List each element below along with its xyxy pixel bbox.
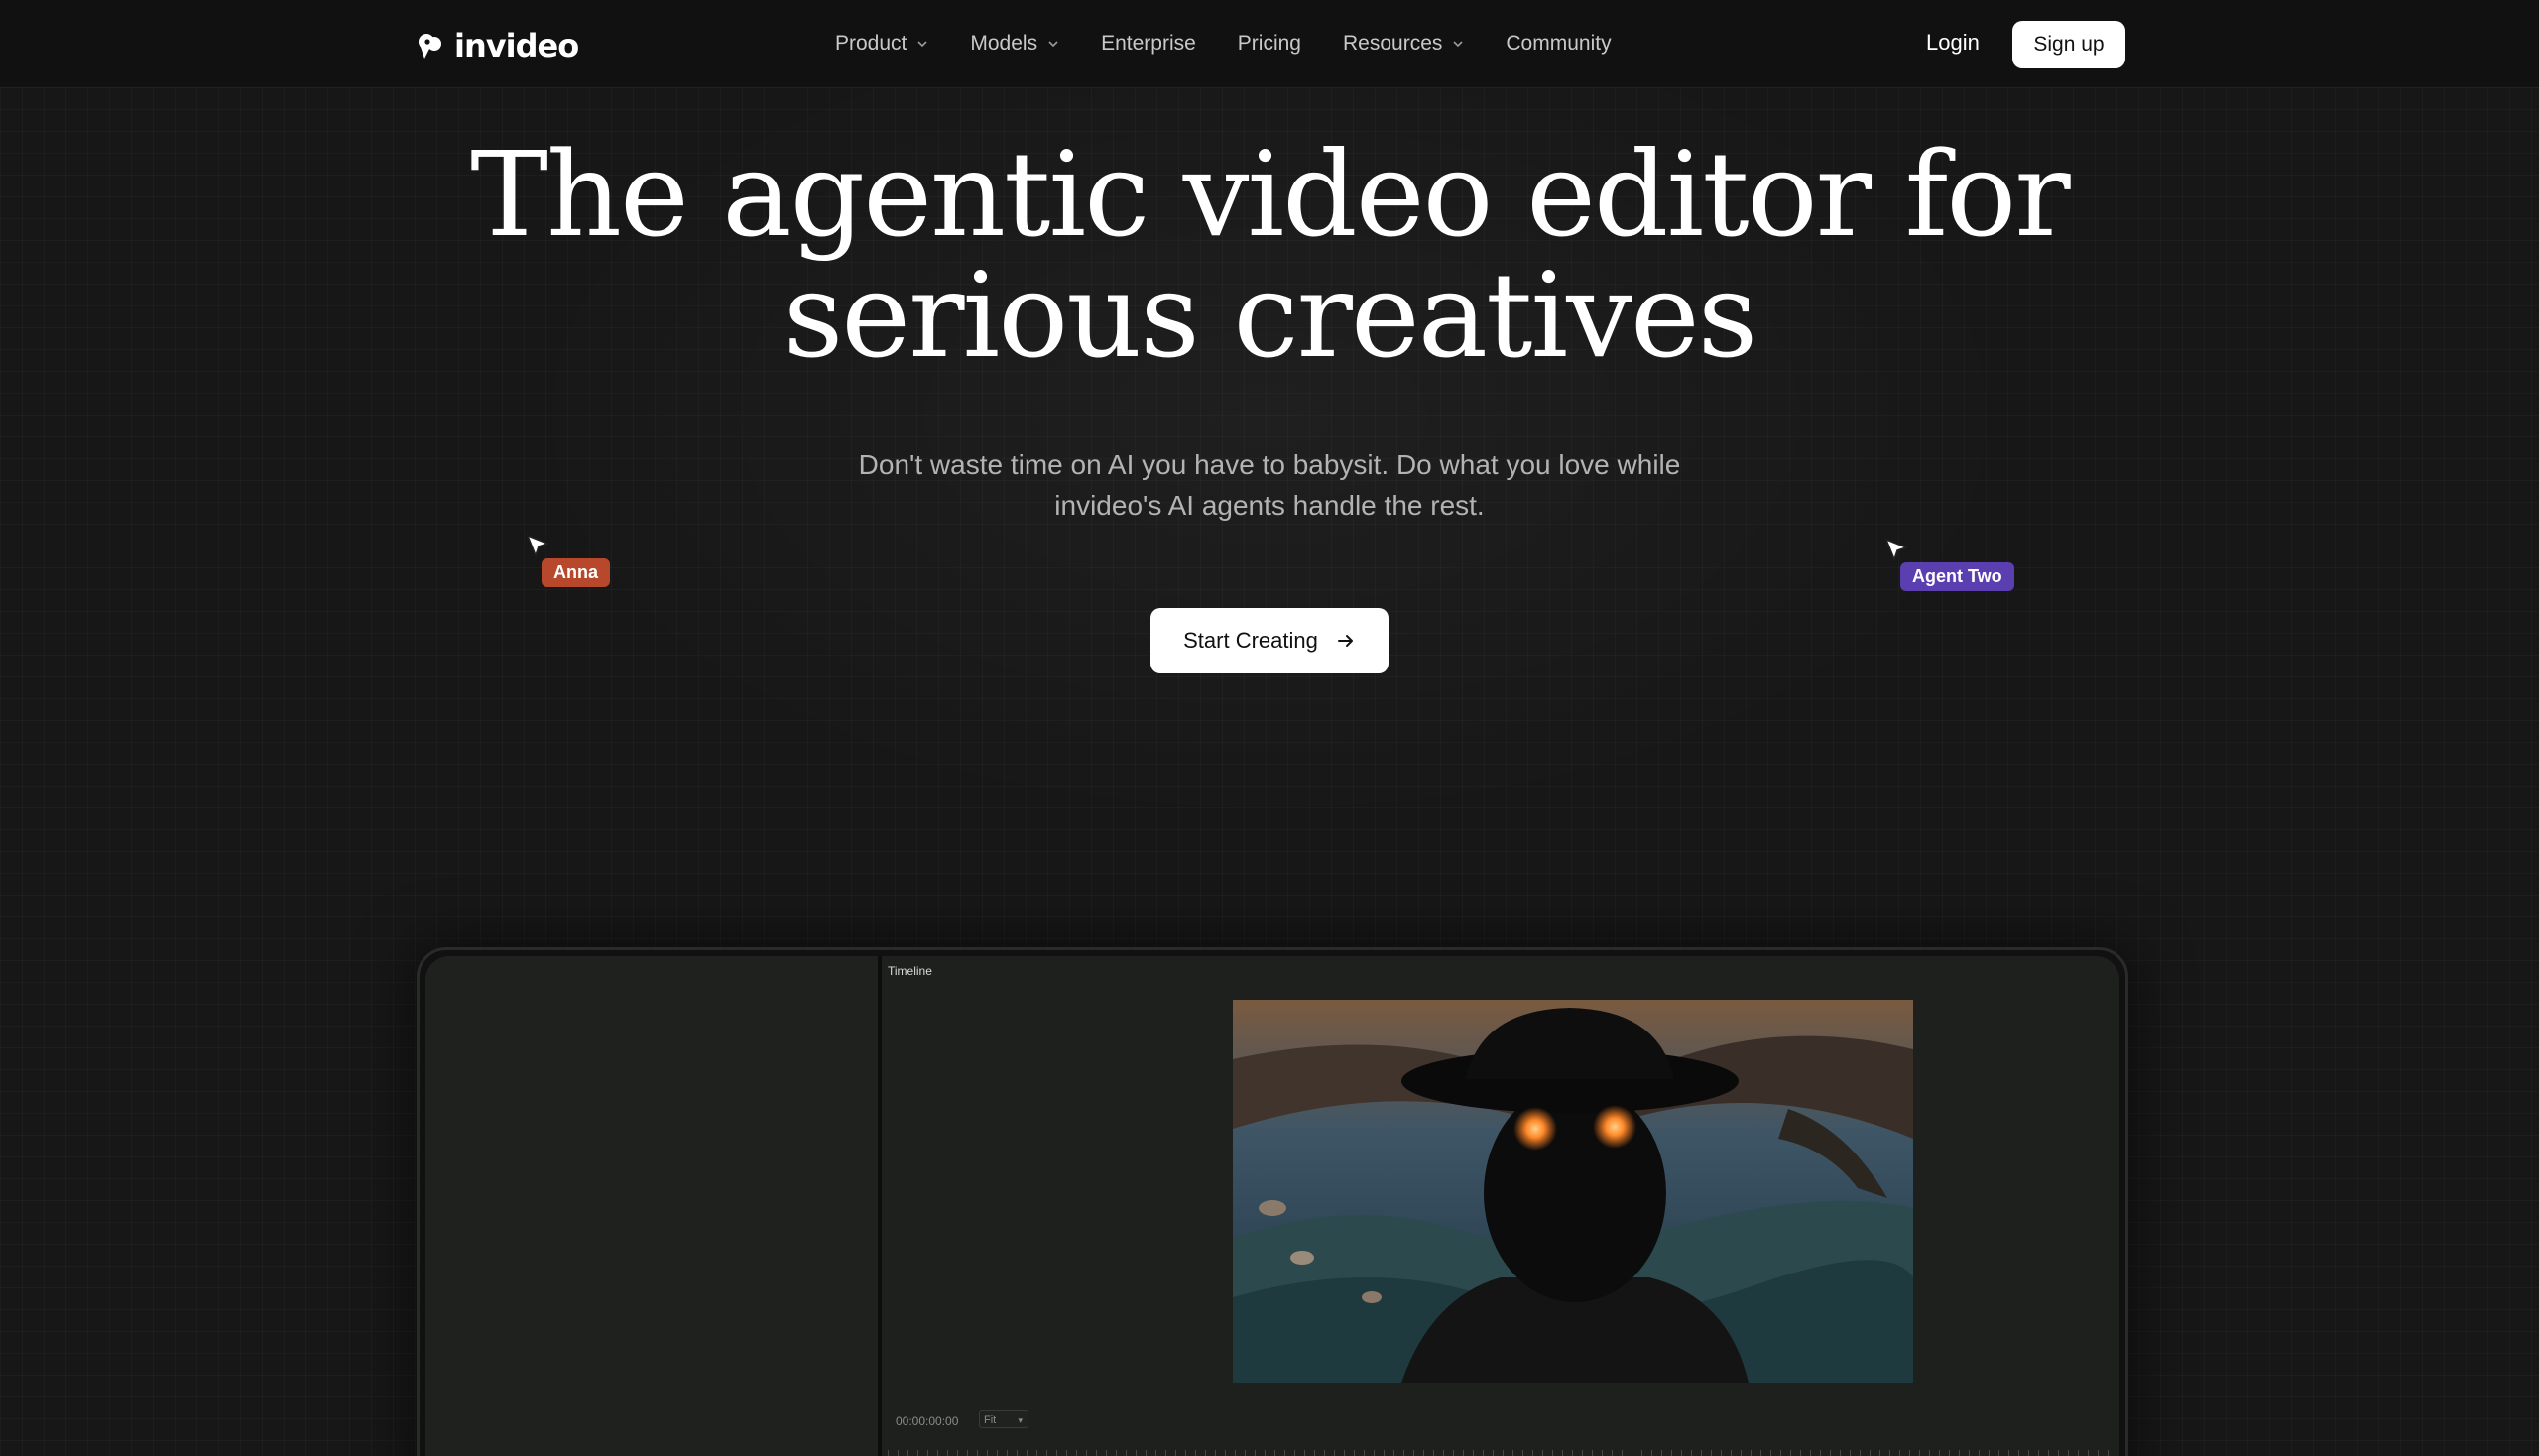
signup-button[interactable]: Sign up [2012,21,2125,68]
subtitle-line-2: invideo's AI agents handle the rest. [1054,490,1485,521]
editor-preview-frame: Timeline 00:00:00:00 Fit ▾ [417,947,2128,1456]
timeline-label: Timeline [888,964,932,978]
hero-subtitle: Don't waste time on AI you have to babys… [774,444,1765,526]
video-preview-image [1233,1000,1913,1383]
invideo-logo-icon [419,34,441,59]
cursor-tag-agent-two: Agent Two [1900,562,2014,591]
zoom-fit-select[interactable]: Fit ▾ [979,1410,1028,1428]
editor-workspace: Timeline 00:00:00:00 Fit ▾ [425,956,2119,1456]
editor-left-panel [425,956,882,1456]
nav-item-enterprise[interactable]: Enterprise [1101,32,1196,56]
fit-select-value: Fit [984,1414,997,1426]
chevron-down-icon: ▾ [1018,1415,1023,1425]
headline-line-1: The agentic video editor for [470,126,2070,263]
headline-line-2: serious creatives [783,247,1758,384]
chevron-down-icon [1048,41,1058,48]
chevron-down-icon [1453,41,1463,48]
nav-item-label: Community [1506,32,1612,55]
start-creating-button[interactable]: Start Creating [1150,608,1389,673]
nav-item-label: Product [835,32,907,55]
nav-item-community[interactable]: Community [1506,32,1611,56]
video-preview[interactable] [1233,1000,1913,1383]
chevron-down-icon [917,41,927,48]
nav-links: Product Models Enterprise Pricing Resour… [835,0,1653,87]
arrow-right-icon [1337,635,1353,647]
cta-label: Start Creating [1183,628,1318,653]
nav-item-label: Models [970,32,1038,55]
nav-item-pricing[interactable]: Pricing [1238,32,1301,56]
collaborator-cursor-agent-two [1884,538,1910,563]
login-link[interactable]: Login [1926,30,1980,56]
cursor-tag-anna: Anna [542,558,610,587]
nav-item-product[interactable]: Product [835,32,928,56]
nav-item-models[interactable]: Models [970,32,1059,56]
cursor-pointer-icon [526,534,550,558]
hero-headline: The agentic video editor for serious cre… [278,134,2261,376]
nav-item-label: Resources [1343,32,1443,55]
page: invideo Product Models Enterprise Pricin… [0,0,2539,1456]
nav-item-label: Pricing [1237,32,1301,55]
nav-item-label: Enterprise [1101,32,1196,55]
logo-link[interactable]: invideo [415,26,579,65]
cursor-pointer-icon [1884,538,1909,562]
collaborator-cursor-anna [526,534,551,559]
logo-text: invideo [454,27,579,64]
top-navigation: invideo Product Models Enterprise Pricin… [0,0,2539,88]
subtitle-line-1: Don't waste time on AI you have to babys… [858,449,1681,480]
nav-item-resources[interactable]: Resources [1343,32,1464,56]
timeline-ruler[interactable] [888,1442,2117,1456]
timecode-display: 00:00:00:00 [896,1414,959,1428]
